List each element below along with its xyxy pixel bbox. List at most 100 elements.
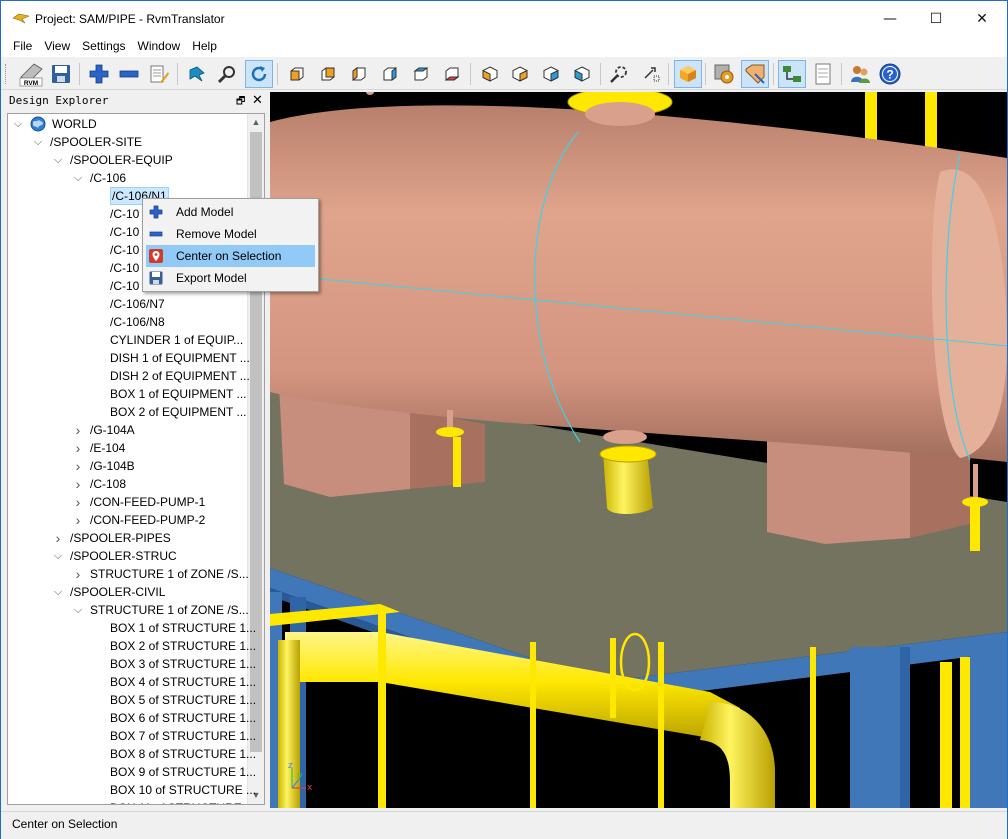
help-button[interactable]: ? [876,60,904,88]
tree-item[interactable]: BOX 9 of STRUCTURE 1... [8,763,256,781]
tree-item[interactable]: › /C-108 [8,475,246,493]
zoom-window-button[interactable] [637,60,665,88]
scroll-up-icon[interactable]: ▲ [248,114,264,131]
tree-item[interactable]: BOX 8 of STRUCTURE 1... [8,745,256,763]
remove-icon [119,70,139,78]
tree-item[interactable]: › /SPOOLER-PIPES [8,529,246,547]
expand-arrow-icon[interactable]: ⌵ [52,151,64,169]
view-front-icon [290,67,304,81]
title-bar[interactable]: Project: SAM/PIPE - RvmTranslator — ☐ ✕ [1,1,1007,37]
collapse-arrow-icon[interactable]: › [72,565,84,583]
tree-item[interactable]: › STRUCTURE 1 of ZONE /S... [8,565,249,583]
tree-item[interactable]: BOX 6 of STRUCTURE 1... [8,709,256,727]
tree-item[interactable]: DISH 1 of EQUIPMENT ... [8,349,250,367]
tree-item-label: BOX 2 of STRUCTURE 1... [110,639,257,653]
add-model-button[interactable] [85,60,113,88]
zoom-fit-button[interactable] [605,60,633,88]
iso-sw-button[interactable] [476,60,504,88]
minimize-button[interactable]: — [867,1,913,37]
view-right-button[interactable] [376,60,404,88]
search-button[interactable] [213,60,241,88]
tree-item[interactable]: BOX 1 of EQUIPMENT ... [8,385,246,403]
tree-item[interactable]: BOX 10 of STRUCTURE ... [8,781,256,799]
tree-item[interactable]: /C-106/N7 [8,295,246,313]
collapse-arrow-icon[interactable]: › [52,529,64,547]
expand-arrow-icon[interactable]: ⌵ [52,547,64,565]
view-left-button[interactable] [345,60,373,88]
remove-model-button[interactable] [115,60,143,88]
tree-item[interactable]: BOX 7 of STRUCTURE 1... [8,727,256,745]
refresh-button[interactable] [245,60,273,88]
collapse-arrow-icon[interactable]: › [72,439,84,457]
collapse-arrow-icon[interactable]: › [72,457,84,475]
menu-help[interactable]: Help [186,37,223,57]
view-back-button[interactable] [314,60,342,88]
clean-button[interactable] [145,60,173,88]
context-menu-item-add-model[interactable]: Add Model [143,201,318,223]
tree-item[interactable]: BOX 11 of STRUCTURE ... [8,799,255,804]
menu-window[interactable]: Window [132,37,187,57]
expand-arrow-icon[interactable]: ⌵ [72,169,84,187]
tree-item[interactable]: ⌵ WORLD [8,115,246,133]
3d-viewport[interactable]: z y x [270,92,1007,808]
steel-column [970,642,1007,808]
tree-item[interactable]: ⌵ /SPOOLER-EQUIP [8,151,246,169]
tree-item[interactable]: BOX 1 of STRUCTURE 1... [8,619,256,637]
tree-item[interactable]: ⌵ /C-106 [8,169,246,187]
collapse-arrow-icon[interactable]: › [72,475,84,493]
users-button[interactable] [846,60,874,88]
tree-item[interactable]: BOX 2 of STRUCTURE 1... [8,637,256,655]
tree-item[interactable]: BOX 5 of STRUCTURE 1... [8,691,256,709]
tree-item[interactable]: ⌵ STRUCTURE 1 of ZONE /S... [8,601,249,619]
tree-item[interactable]: BOX 4 of STRUCTURE 1... [8,673,256,691]
expand-arrow-icon[interactable]: ⌵ [52,583,64,601]
document-button[interactable] [809,60,837,88]
tag-button[interactable] [741,60,769,88]
tree-item[interactable]: ⌵ /SPOOLER-STRUC [8,547,246,565]
tree-item[interactable]: ⌵ /SPOOLER-SITE [8,133,246,151]
context-menu-item-remove-model[interactable]: Remove Model [143,223,318,245]
close-button[interactable]: ✕ [959,1,1005,37]
iso-ne-button[interactable] [537,60,565,88]
menu-file[interactable]: File [1,37,38,57]
tree-item[interactable]: CYLINDER 1 of EQUIP... [8,331,246,349]
expand-arrow-icon[interactable]: ⌵ [32,133,44,151]
tree-item[interactable]: › /G-104B [8,457,246,475]
tree-item[interactable]: DISH 2 of EQUIPMENT ... [8,367,250,385]
settings-button[interactable] [710,60,738,88]
menu-settings[interactable]: Settings [76,37,131,57]
view-bottom-button[interactable] [438,60,466,88]
expand-arrow-icon[interactable]: ⌵ [72,601,84,619]
collapse-arrow-icon[interactable]: › [72,511,84,529]
tree-item[interactable]: › /G-104A [8,421,246,439]
toolbar-grip[interactable] [5,64,8,84]
context-menu-item-export-model[interactable]: Export Model [143,267,318,289]
dock-float-button[interactable]: 🗗 [236,94,248,107]
view-top-button[interactable] [407,60,435,88]
save-button[interactable] [47,60,75,88]
maximize-button[interactable]: ☐ [913,1,959,37]
menu-view[interactable]: View [38,37,76,57]
iso-se-button[interactable] [506,60,534,88]
collapse-arrow-icon[interactable]: › [72,493,84,511]
tree-item[interactable]: › /CON-FEED-PUMP-2 [8,511,246,529]
pin-button[interactable] [183,60,211,88]
tree-item-label: /C-106/N7 [110,297,165,311]
tree-item[interactable]: › /E-104 [8,439,246,457]
rvm-logo-button[interactable]: RVM [17,60,45,88]
dock-close-button[interactable]: ✕ [252,92,264,107]
tree-item[interactable]: BOX 2 of EQUIPMENT ... [8,403,246,421]
expand-arrow-icon[interactable]: ⌵ [12,115,24,133]
tree-item[interactable]: › /CON-FEED-PUMP-1 [8,493,246,511]
collapse-arrow-icon[interactable]: › [72,421,84,439]
tree-item[interactable]: /C-106/N8 [8,313,246,331]
network-button[interactable] [778,60,806,88]
context-menu-item-center-on-selection[interactable]: Center on Selection [146,245,315,267]
tree-item[interactable]: ⌵ /SPOOLER-CIVIL [8,583,246,601]
iso-nw-icon [574,66,590,82]
view-front-button[interactable] [283,60,311,88]
tree-item[interactable]: BOX 3 of STRUCTURE 1... [8,655,256,673]
iso-nw-button[interactable] [568,60,596,88]
shaded-view-button[interactable] [674,60,702,88]
design-explorer-titlebar[interactable]: Design Explorer 🗗 ✕ [5,92,267,110]
